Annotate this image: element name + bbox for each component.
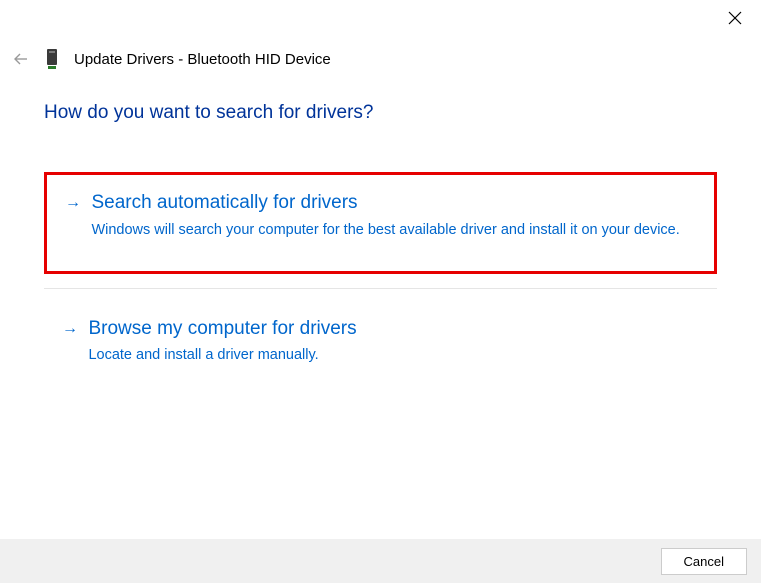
dialog-header: Update Drivers - Bluetooth HID Device — [0, 0, 761, 70]
arrow-right-icon: → — [65, 194, 81, 212]
close-icon — [728, 11, 742, 25]
dialog-footer: Cancel — [0, 539, 761, 583]
divider — [44, 288, 717, 289]
dialog-content: How do you want to search for drivers? →… — [0, 70, 761, 384]
back-arrow-icon — [12, 50, 30, 68]
option-title: Browse my computer for drivers — [88, 317, 695, 342]
option-description: Locate and install a driver manually. — [88, 345, 695, 366]
option-search-automatically[interactable]: → Search automatically for drivers Windo… — [44, 172, 717, 274]
option-description: Windows will search your computer for th… — [91, 220, 692, 241]
main-heading: How do you want to search for drivers? — [44, 102, 717, 124]
back-button[interactable] — [12, 50, 30, 68]
cancel-button[interactable]: Cancel — [661, 548, 747, 575]
close-button[interactable] — [725, 8, 745, 28]
dialog-title: Update Drivers - Bluetooth HID Device — [74, 51, 331, 68]
device-icon — [44, 48, 60, 70]
arrow-right-icon: → — [62, 320, 78, 338]
option-title: Search automatically for drivers — [91, 191, 692, 216]
option-browse-computer[interactable]: → Browse my computer for drivers Locate … — [44, 303, 717, 385]
